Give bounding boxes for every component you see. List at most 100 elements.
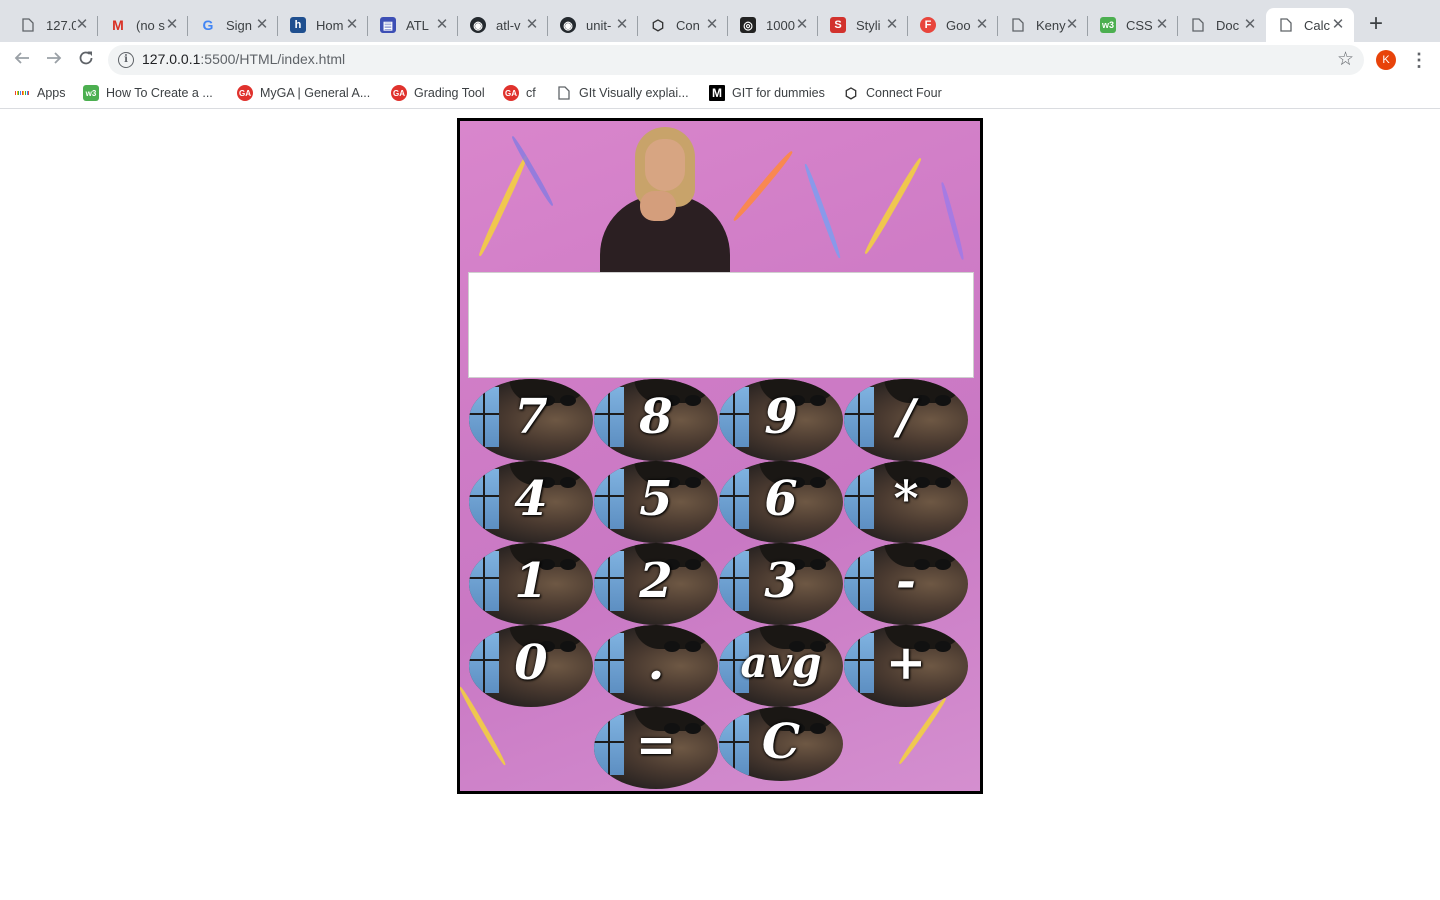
calculator-display	[468, 272, 974, 378]
s-icon: S	[830, 17, 846, 33]
ga-icon: GA	[237, 85, 253, 101]
hackerrank-icon: h	[290, 17, 306, 33]
tab[interactable]: Doc ✕	[1178, 8, 1266, 42]
forward-button[interactable]	[42, 48, 66, 72]
key-divide[interactable]: /	[844, 379, 968, 461]
close-icon[interactable]: ✕	[1330, 17, 1346, 33]
close-icon[interactable]: ✕	[1064, 17, 1080, 33]
key-label: *	[893, 471, 919, 527]
ga-icon: GA	[503, 85, 519, 101]
bookmark-item[interactable]: GA Grading Tool	[391, 83, 485, 103]
tab[interactable]: S Styli ✕	[818, 8, 908, 42]
key-7[interactable]: 7	[469, 379, 593, 461]
bookmark-item[interactable]: GIt Visually explai...	[556, 83, 689, 103]
close-icon[interactable]: ✕	[74, 17, 90, 33]
key-label: 2	[639, 553, 673, 609]
page-icon	[20, 17, 36, 33]
page-icon	[1278, 17, 1294, 33]
bookmark-item[interactable]: GA cf	[503, 83, 536, 103]
address-bar[interactable]: i 127.0.0.1:5500/HTML/index.html ☆	[108, 45, 1364, 75]
tab[interactable]: F Goo ✕	[908, 8, 998, 42]
key-2[interactable]: 2	[594, 543, 718, 625]
close-icon[interactable]: ✕	[884, 17, 900, 33]
bookmark-label: MyGA | General A...	[260, 86, 371, 100]
new-tab-button[interactable]: +	[1364, 12, 1388, 37]
confetti-streamer	[897, 696, 948, 766]
close-icon[interactable]: ✕	[704, 17, 720, 33]
confetti-streamer	[477, 154, 529, 258]
key-multiply[interactable]: *	[844, 461, 968, 543]
close-icon[interactable]: ✕	[794, 17, 810, 33]
url-path: :5500/HTML/index.html	[200, 51, 346, 67]
toolbar: i 127.0.0.1:5500/HTML/index.html ☆ K ⋮	[0, 42, 1440, 78]
tab-active[interactable]: Calc ✕	[1266, 8, 1354, 42]
tab[interactable]: ▤ ATL ✕	[368, 8, 458, 42]
key-clear[interactable]: C	[719, 707, 843, 781]
tab[interactable]: G Sign ✕	[188, 8, 278, 42]
key-6[interactable]: 6	[719, 461, 843, 543]
bookmark-label: cf	[526, 86, 536, 100]
ga-icon: GA	[391, 85, 407, 101]
profile-avatar[interactable]: K	[1376, 50, 1396, 70]
key-9[interactable]: 9	[719, 379, 843, 461]
key-add[interactable]: +	[844, 625, 968, 707]
bookmark-item[interactable]: M GIT for dummies	[709, 83, 825, 103]
tab[interactable]: h Hom ✕	[278, 8, 368, 42]
close-icon[interactable]: ✕	[1242, 17, 1258, 33]
key-decimal[interactable]: .	[594, 625, 718, 707]
key-8[interactable]: 8	[594, 379, 718, 461]
medium-icon: M	[709, 85, 725, 101]
dancer-image	[600, 125, 730, 275]
close-icon[interactable]: ✕	[164, 17, 180, 33]
bookmark-item[interactable]: ⬡ Connect Four	[843, 83, 942, 103]
tab[interactable]: ◉ atl-v ✕	[458, 8, 548, 42]
key-average[interactable]: avg	[719, 625, 843, 707]
close-icon[interactable]: ✕	[434, 17, 450, 33]
key-1[interactable]: 1	[469, 543, 593, 625]
close-icon[interactable]: ✕	[524, 17, 540, 33]
bookmark-item[interactable]: w3 How To Create a ...	[83, 83, 213, 103]
tab-strip: 127.0 ✕ M (no s ✕ G Sign ✕ h Hom ✕ ▤ ATL…	[0, 0, 1440, 42]
info-icon[interactable]: i	[118, 52, 134, 68]
key-label: .	[647, 635, 665, 691]
tab-title: unit-	[586, 17, 612, 33]
page-icon	[1010, 17, 1026, 33]
tab-title: Hom	[316, 17, 344, 33]
tab-title: Sign	[226, 17, 253, 33]
close-icon[interactable]: ✕	[1154, 17, 1170, 33]
key-3[interactable]: 3	[719, 543, 843, 625]
tab-title: Styli	[856, 17, 881, 33]
key-subtract[interactable]: -	[844, 543, 968, 625]
menu-icon[interactable]: ⋮	[1410, 48, 1428, 72]
tab[interactable]: M (no s ✕	[98, 8, 188, 42]
tab-title: Goo	[946, 17, 971, 33]
tab-title: CSS	[1126, 17, 1153, 33]
bookmark-apps[interactable]: Apps	[14, 83, 66, 103]
key-5[interactable]: 5	[594, 461, 718, 543]
tab[interactable]: w3 CSS ✕	[1088, 8, 1178, 42]
tab[interactable]: ◎ 1000 ✕	[728, 8, 818, 42]
close-icon[interactable]: ✕	[254, 17, 270, 33]
tab[interactable]: ◉ unit- ✕	[548, 8, 638, 42]
key-label: 6	[764, 471, 798, 527]
google-icon: G	[202, 17, 214, 33]
key-label: 3	[764, 553, 798, 609]
reload-button[interactable]	[74, 48, 98, 72]
key-label: 7	[514, 389, 548, 445]
tab[interactable]: ⬡ Con ✕	[638, 8, 728, 42]
close-icon[interactable]: ✕	[974, 17, 990, 33]
tab[interactable]: 127.0 ✕	[8, 8, 98, 42]
key-label: C	[761, 714, 801, 770]
close-icon[interactable]: ✕	[614, 17, 630, 33]
tab[interactable]: Keny ✕	[998, 8, 1088, 42]
bookmark-label: Connect Four	[866, 86, 942, 100]
key-equals[interactable]: =	[594, 707, 718, 789]
back-button[interactable]	[10, 48, 34, 72]
key-0[interactable]: 0	[469, 625, 593, 707]
star-icon[interactable]: ☆	[1337, 48, 1354, 71]
github-icon: ◉	[470, 17, 486, 33]
close-icon[interactable]: ✕	[344, 17, 360, 33]
bookmark-item[interactable]: GA MyGA | General A...	[237, 83, 370, 103]
key-label: +	[885, 635, 927, 691]
key-4[interactable]: 4	[469, 461, 593, 543]
